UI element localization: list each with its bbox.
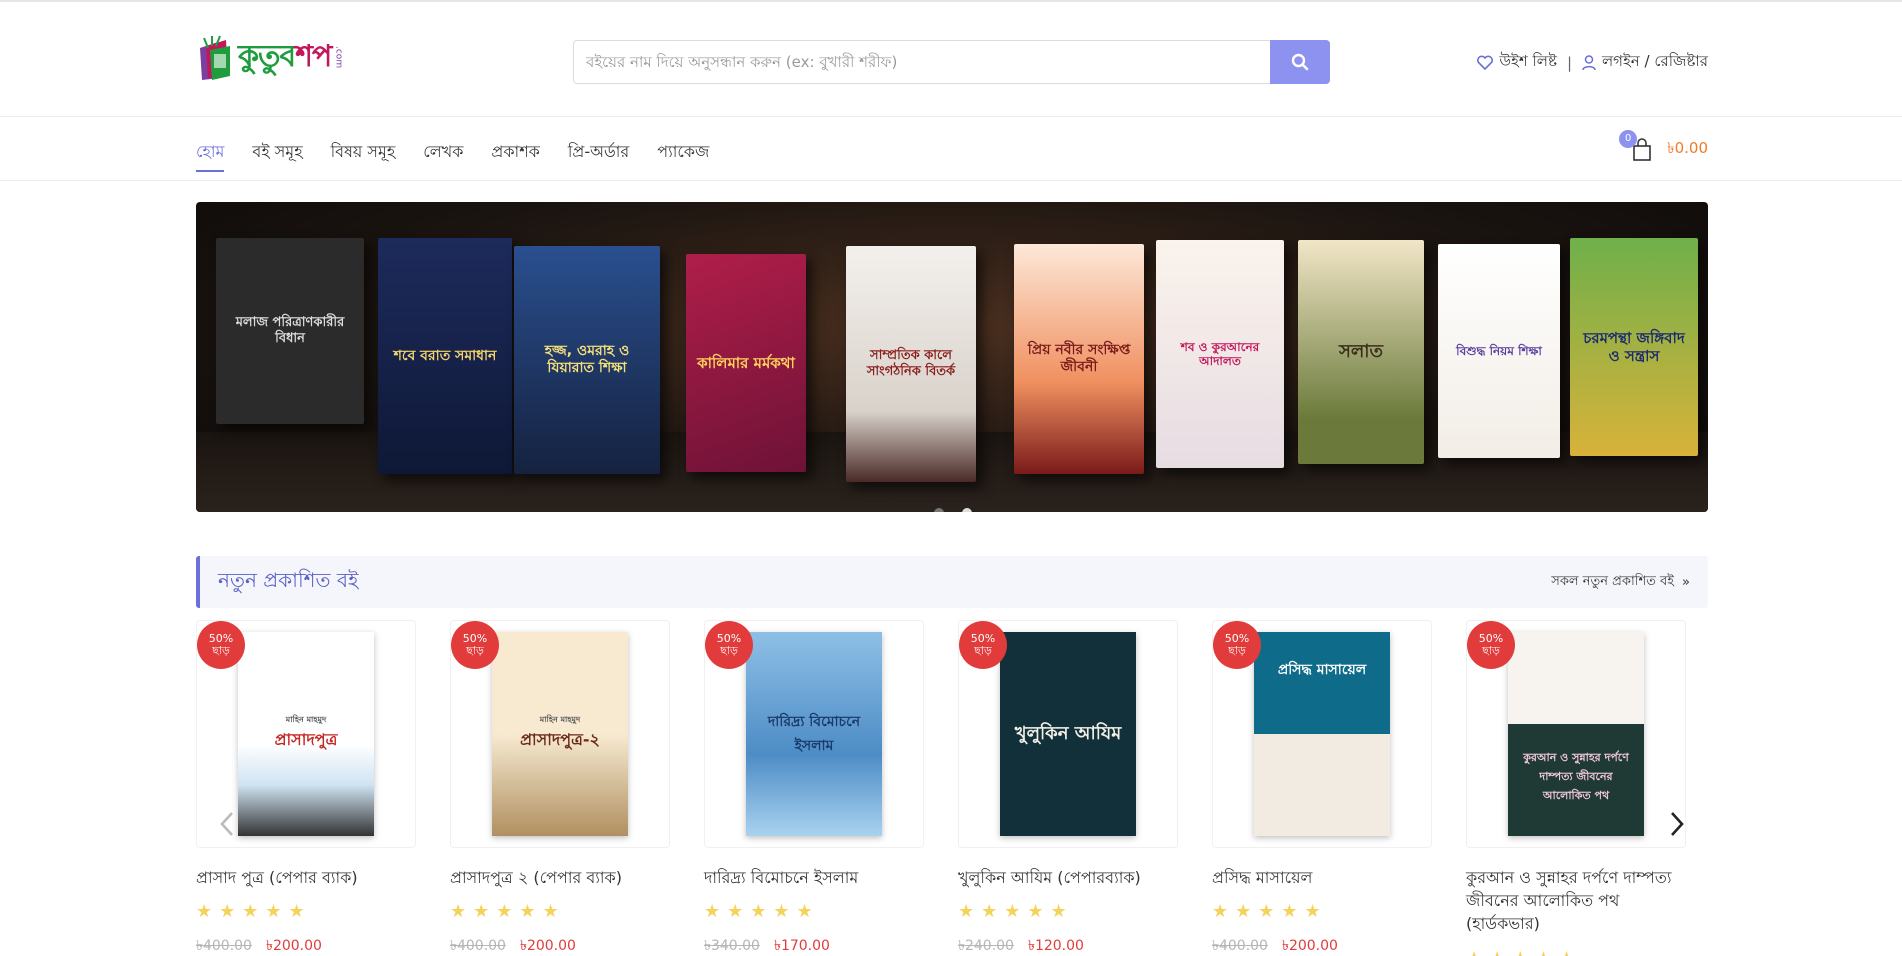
book-cover: মাহিন মাহমুদ প্রাসাদপুত্র (238, 632, 374, 836)
product-card[interactable]: মাহিন মাহমুদ প্রাসাদপুত্র-২ 50% ছাড় প্রা… (450, 620, 676, 956)
search-input[interactable] (573, 40, 1270, 84)
product-name[interactable]: কুরআন ও সুন্নাহর দর্পণে দাম্পত্য জীবনের … (1466, 866, 1692, 936)
rating-stars: ★★★★★ (704, 901, 820, 923)
product-image[interactable]: দারিদ্র্য বিমোচনে ইসলাম 50% ছাড় (704, 620, 924, 848)
login-label: লগইন / রেজিষ্টার (1602, 52, 1708, 70)
banner-book: সাম্প্রতিক কালে সাংগঠনিক বিতর্ক (846, 246, 976, 482)
search-icon (1291, 53, 1309, 71)
carousel-prev-button[interactable] (212, 804, 242, 844)
price: ৳400.00 ৳200.00 (450, 938, 576, 955)
site-logo[interactable]: কুতুবশপ .com (196, 32, 343, 83)
rating-stars: ★★★★★ (1466, 948, 1692, 956)
product-card[interactable]: কুরআন ও সুন্নাহর দর্পণে দাম্পত্য জীবনের … (1466, 620, 1692, 956)
rating-stars: ★★★★★ (196, 901, 312, 923)
chevron-right-icon (1671, 812, 1684, 836)
discount-badge: 50% ছাড় (197, 621, 245, 669)
banner-book: কালিমার মর্মকথা (686, 254, 806, 472)
section-title: নতুন প্রকাশিত বই (218, 567, 359, 592)
banner-book: শবে বরাত সমাধান (378, 238, 512, 474)
discount-badge: 50% ছাড় (1213, 621, 1261, 669)
book-cover: মাহিন মাহমুদ প্রাসাদপুত্র-২ (492, 632, 628, 836)
book-cover: প্রসিদ্ধ মাসায়েল (1254, 632, 1390, 836)
nav-item-publishers[interactable]: প্রকাশক (491, 139, 539, 172)
nav-item-subjects[interactable]: বিষয় সমূহ (331, 139, 396, 172)
hero-banner[interactable]: মলাজ পরিত্রাণকারীর বিধান শবে বরাত সমাধান… (196, 202, 1708, 512)
header: কুতুবশপ .com উইশ লিষ্ট | লগইন / রেজিষ্টা… (0, 2, 1902, 117)
account-links: উইশ লিষ্ট | লগইন / রেজিষ্টার (1477, 50, 1708, 75)
product-name[interactable]: খুলুকিন আযিম (পেপারব্যাক) (958, 866, 1184, 889)
product-image[interactable]: প্রসিদ্ধ মাসায়েল 50% ছাড় (1212, 620, 1432, 848)
logo-text: কুতুবশপ (238, 39, 332, 74)
product-image[interactable]: মাহিন মাহমুদ প্রাসাদপুত্র-২ 50% ছাড় (450, 620, 670, 848)
banner-book: শব ও কুরআনের আদালত (1156, 240, 1284, 468)
wishlist-label: উইশ লিষ্ট (1499, 52, 1557, 70)
shopping-bag-icon: 0 (1619, 129, 1653, 162)
product-card[interactable]: মাহিন মাহমুদ প্রাসাদপুত্র 50% ছাড় প্রাসা… (196, 620, 422, 956)
cart-count-badge: 0 (1619, 129, 1638, 148)
banner-book: বিশুদ্ধ নিয়ম শিক্ষা (1438, 244, 1560, 458)
search-button[interactable] (1270, 40, 1330, 84)
wishlist-link[interactable]: উইশ লিষ্ট (1477, 50, 1557, 75)
nav-item-home[interactable]: হোম (196, 139, 225, 172)
rating-stars: ★★★★★ (1212, 901, 1328, 923)
section-header: নতুন প্রকাশিত বই সকল নতুন প্রকাশিত বই » (196, 556, 1708, 608)
product-image[interactable]: কুরআন ও সুন্নাহর দর্পণে দাম্পত্য জীবনের … (1466, 620, 1686, 848)
cart-total: ৳0.00 (1667, 139, 1708, 157)
price: ৳400.00 ৳200.00 (1212, 938, 1338, 955)
view-all-link[interactable]: সকল নতুন প্রকাশিত বই » (1551, 572, 1690, 593)
logo-suffix: .com (333, 46, 344, 69)
nav-item-packages[interactable]: প্যাকেজ (657, 139, 709, 172)
carousel-dot[interactable] (962, 508, 972, 512)
carousel-next-button[interactable] (1662, 804, 1692, 844)
product-card[interactable]: খুলুকিন আযিম 50% ছাড় খুলুকিন আযিম (পেপার… (958, 620, 1184, 956)
discount-badge: 50% ছাড় (451, 621, 499, 669)
book-cover: দারিদ্র্য বিমোচনে ইসলাম (746, 632, 882, 836)
carousel-dot[interactable] (934, 508, 944, 512)
book-logo-icon (196, 34, 234, 82)
product-card[interactable]: দারিদ্র্য বিমোচনে ইসলাম 50% ছাড় দারিদ্র্… (704, 620, 930, 956)
nav-item-preorder[interactable]: প্রি-অর্ডার (568, 139, 629, 172)
product-image[interactable]: খুলুকিন আযিম 50% ছাড় (958, 620, 1178, 848)
nav-item-authors[interactable]: লেখক (423, 139, 463, 172)
discount-badge: 50% ছাড় (959, 621, 1007, 669)
chevron-left-icon (220, 812, 233, 836)
banner-book: প্রিয় নবীর সংক্ষিপ্ত জীবনী (1014, 244, 1144, 474)
price: ৳340.00 ৳170.00 (704, 938, 830, 955)
view-all-label: সকল নতুন প্রকাশিত বই (1551, 573, 1675, 589)
price: ৳240.00 ৳120.00 (958, 938, 1084, 955)
rating-stars: ★★★★★ (450, 901, 566, 923)
discount-badge: 50% ছাড় (705, 621, 753, 669)
product-name[interactable]: দারিদ্র্য বিমোচনে ইসলাম (704, 866, 930, 889)
heart-icon (1477, 55, 1494, 70)
product-name[interactable]: প্রাসাদ পুত্র (পেপার ব্যাক) (196, 866, 422, 889)
product-name[interactable]: প্রসিদ্ধ মাসায়েল (1212, 866, 1438, 889)
login-link[interactable]: লগইন / রেজিষ্টার (1582, 50, 1708, 75)
banner-book: সলাত (1298, 240, 1424, 464)
banner-book: চরমপন্থা জঙ্গিবাদ ও সন্ত্রাস (1570, 238, 1698, 456)
product-name[interactable]: প্রাসাদপুত্র ২ (পেপার ব্যাক) (450, 866, 676, 889)
cart-button[interactable]: 0 ৳0.00 (1619, 129, 1708, 162)
carousel-dots (934, 508, 972, 512)
banner-book: মলাজ পরিত্রাণকারীর বিধান (216, 238, 364, 424)
search-bar (573, 40, 1330, 84)
book-cover: খুলুকিন আযিম (1000, 632, 1136, 836)
user-icon (1582, 54, 1596, 70)
link-separator: | (1566, 53, 1572, 72)
double-chevron-right-icon: » (1682, 574, 1690, 590)
nav-menu: হোম বই সমূহ বিষয় সমূহ লেখক প্রকাশক প্রি… (196, 139, 709, 172)
book-cover: কুরআন ও সুন্নাহর দর্পণে দাম্পত্য জীবনের … (1508, 632, 1644, 836)
main-nav: হোম বই সমূহ বিষয় সমূহ লেখক প্রকাশক প্রি… (0, 117, 1902, 181)
product-carousel: মাহিন মাহমুদ প্রাসাদপুত্র 50% ছাড় প্রাসা… (196, 620, 1708, 956)
rating-stars: ★★★★★ (958, 901, 1074, 923)
banner-book: হজ্জ, ওমরাহ ও যিয়ারাত শিক্ষা (514, 246, 660, 474)
discount-badge: 50% ছাড় (1467, 621, 1515, 669)
price: ৳400.00 ৳200.00 (196, 938, 322, 955)
nav-item-books[interactable]: বই সমূহ (252, 139, 302, 172)
product-card[interactable]: প্রসিদ্ধ মাসায়েল 50% ছাড় প্রসিদ্ধ মাসায… (1212, 620, 1438, 956)
